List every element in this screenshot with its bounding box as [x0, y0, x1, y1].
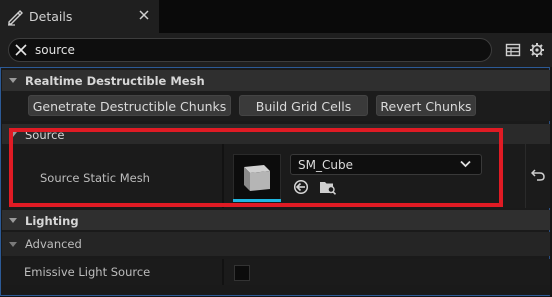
- tab-title: Details: [29, 9, 73, 24]
- details-toolbar: [0, 33, 552, 67]
- details-panel: Realtime Destructible Mesh Genetrate Des…: [0, 67, 550, 296]
- clear-search-icon[interactable]: [15, 44, 27, 56]
- panel-footer: [2, 285, 550, 295]
- pencil-icon: [8, 10, 23, 26]
- category-lighting[interactable]: Lighting: [2, 210, 550, 230]
- tab-bar: Details: [0, 0, 552, 33]
- close-icon[interactable]: [137, 8, 151, 22]
- reset-to-default-icon[interactable]: [531, 169, 545, 181]
- column-divider: [525, 144, 526, 208]
- category-title: Lighting: [25, 214, 79, 228]
- build-grid-cells-button[interactable]: Build Grid Cells: [239, 95, 368, 116]
- revert-chunks-button[interactable]: Revert Chunks: [376, 95, 476, 116]
- subcategory-title: Advanced: [25, 237, 82, 251]
- subcategory-advanced[interactable]: Advanced: [2, 232, 550, 256]
- category-title: Realtime Destructible Mesh: [25, 74, 205, 88]
- category-realtime-destructible-mesh[interactable]: Realtime Destructible Mesh: [2, 70, 550, 91]
- highlight-box: [9, 128, 503, 207]
- gear-icon[interactable]: [529, 42, 545, 58]
- details-tab[interactable]: Details: [0, 0, 159, 33]
- realtime-buttons-row: Genetrate Destructible Chunks Build Grid…: [2, 91, 550, 121]
- expand-arrow-icon[interactable]: [9, 242, 17, 247]
- expand-arrow-icon[interactable]: [9, 78, 17, 83]
- column-divider: [222, 259, 224, 285]
- search-input[interactable]: [35, 40, 475, 60]
- search-box[interactable]: [8, 38, 492, 62]
- property-label: Emissive Light Source: [24, 265, 151, 279]
- emissive-light-source-row: Emissive Light Source: [2, 259, 550, 285]
- table-view-icon[interactable]: [505, 42, 521, 58]
- expand-arrow-icon[interactable]: [9, 218, 17, 223]
- emissive-light-source-checkbox[interactable]: [234, 265, 250, 281]
- generate-destructible-chunks-button[interactable]: Genetrate Destructible Chunks: [28, 95, 231, 116]
